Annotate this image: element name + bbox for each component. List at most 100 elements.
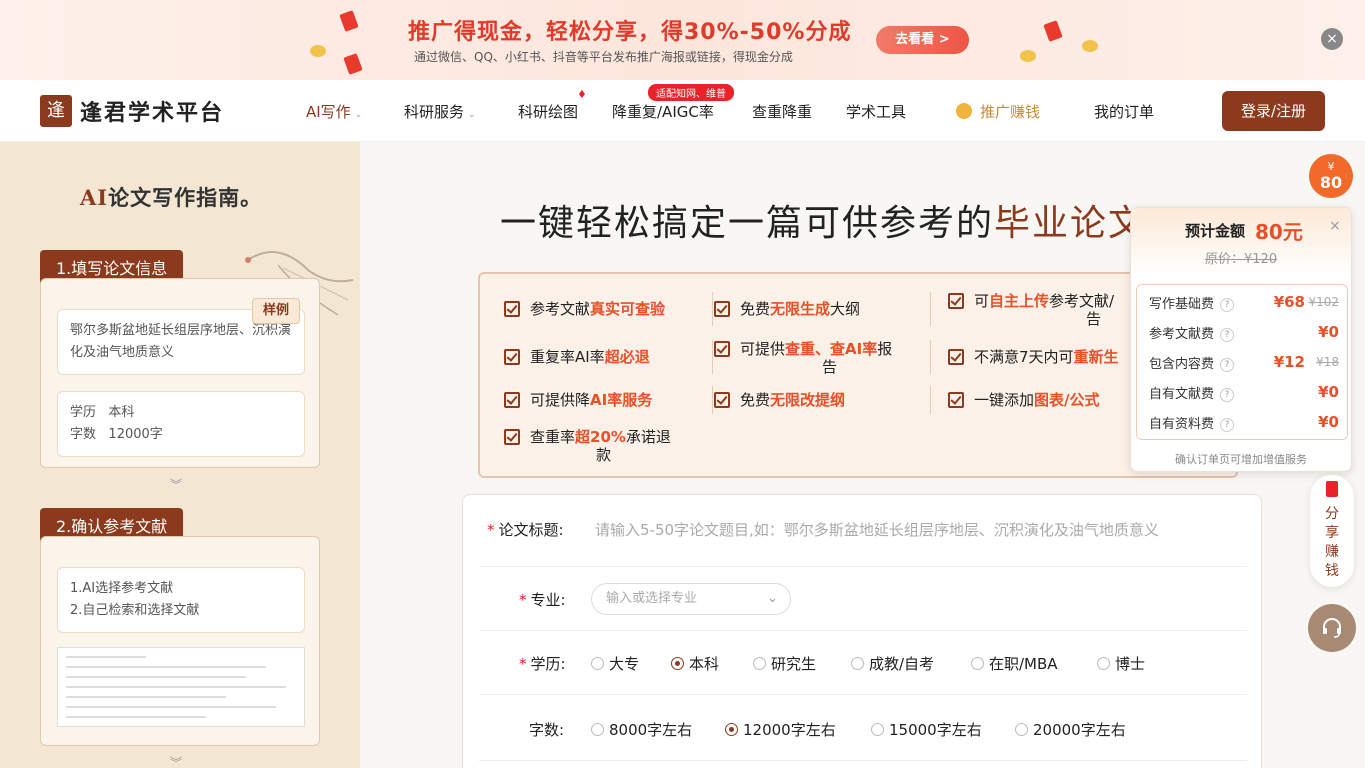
- checkbox-icon: [948, 349, 964, 365]
- red-envelope-icon: [1326, 481, 1338, 497]
- paper-info-form: * 论文标题: 请输入5-50字论文题目,如：鄂尔多斯盆地延长组层序地层、沉积演化…: [462, 494, 1262, 768]
- fire-icon: ♦: [577, 88, 587, 101]
- checkbox-icon: [714, 301, 730, 317]
- nav-item-ai-writing[interactable]: AI写作 ⌄: [306, 101, 362, 122]
- price-estimate-panel: 预计金额 80元 原价：¥120 × 写作基础费? ¥68 ¥102 参考文献费? ¥…: [1130, 207, 1352, 472]
- chevron-down-icon: ︾: [170, 478, 183, 492]
- degree-option[interactable]: 本科: [671, 653, 719, 674]
- screenshot-thumbnail: [57, 647, 305, 727]
- chevron-down-icon: ⌄: [468, 110, 476, 120]
- degree-row: * 学历: 大专 本科 研究生 成教/自考 在职/MBA 博士: [479, 631, 1247, 695]
- checkbox-icon: [504, 429, 520, 445]
- checkbox-icon: [504, 392, 520, 408]
- checkbox-icon: [948, 392, 964, 408]
- estimate-label: 预计金额: [1185, 222, 1246, 240]
- nav-item-plagiarism[interactable]: 查重降重: [752, 101, 812, 122]
- nav-item-promote[interactable]: 推广赚钱: [956, 101, 1040, 122]
- title-input[interactable]: 请输入5-50字论文题目,如：鄂尔多斯盆地延长组层序地层、沉积演化及油气地质意义: [595, 519, 1159, 540]
- price-row: 参考文献费? ¥0: [1149, 323, 1339, 342]
- word-count-row: 字数: 8000字左右 12000字左右 15000字左右 20000字左右: [479, 695, 1247, 761]
- nav-item-academic-tools[interactable]: 学术工具: [846, 101, 906, 122]
- checkbox-icon: [504, 349, 520, 365]
- feature-item: 可自主上传参考文献/告: [948, 290, 1114, 327]
- feature-item: 不满意7天内可重新生: [948, 346, 1119, 367]
- coin-icon: [1020, 50, 1036, 62]
- share-earn-button[interactable]: 分享赚钱: [1310, 475, 1354, 587]
- price-footer-note: 确认订单页可增加增值服务: [1175, 453, 1307, 466]
- banner-title: 推广得现金，轻松分享，得30%-50%分成: [408, 20, 852, 45]
- coin-icon: [956, 103, 972, 119]
- checkbox-icon: [504, 301, 520, 317]
- nav-item-research-service[interactable]: 科研服务 ⌄: [404, 101, 476, 122]
- degree-option[interactable]: 博士: [1097, 653, 1145, 674]
- reference-steps-box: 1.AI选择参考文献 2.自己检索和选择文献: [57, 567, 305, 633]
- example-title: 鄂尔多斯盆地延长组层序地层、沉积演化及油气地质意义: [70, 323, 292, 360]
- word-count-option[interactable]: 15000字左右: [871, 719, 982, 740]
- writing-guide-sidebar: AI论文写作指南。 1.填写论文信息 样例 鄂尔多斯盆地延长组层序地层、沉积演化…: [0, 142, 360, 768]
- help-icon[interactable]: ?: [1220, 328, 1235, 342]
- red-envelope-icon: [1043, 20, 1063, 42]
- close-icon[interactable]: ×: [1329, 218, 1341, 234]
- feature-item: 一键添加图表/公式: [948, 389, 1100, 410]
- features-panel: 参考文献真实可查验 免费无限生成大纲 可自主上传参考文献/告 重复率AI率超必退…: [478, 272, 1238, 478]
- word-count-option[interactable]: 8000字左右: [591, 719, 692, 740]
- degree-option[interactable]: 成教/自考: [851, 653, 934, 674]
- nav-item-my-orders[interactable]: 我的订单: [1094, 101, 1154, 122]
- nav-item-reduce-aigc[interactable]: 降重复/AIGC率: [612, 101, 714, 122]
- red-envelope-icon: [339, 10, 359, 32]
- word-count-option[interactable]: 20000字左右: [1015, 719, 1126, 740]
- checkbox-icon: [714, 392, 730, 408]
- degree-option[interactable]: 大专: [591, 653, 639, 674]
- logo-mark-icon: 逢: [40, 95, 72, 127]
- coin-icon: [1082, 40, 1098, 52]
- feature-item: 重复率AI率超必退: [504, 346, 650, 367]
- red-envelope-icon: [343, 53, 363, 75]
- example-title-box: 样例 鄂尔多斯盆地延长组层序地层、沉积演化及油气地质意义: [57, 298, 305, 375]
- major-select[interactable]: 输入或选择专业 ⌄: [591, 583, 791, 615]
- example-meta-box: 学历 本科 字数 12000字: [57, 391, 305, 457]
- step1-card: 样例 鄂尔多斯盆地延长组层序地层、沉积演化及油气地质意义 学历 本科 字数 12…: [40, 278, 320, 468]
- price-badge[interactable]: ¥80: [1309, 154, 1353, 198]
- help-icon[interactable]: ?: [1220, 298, 1235, 312]
- feature-item: 可提供查重、查AI率报告: [714, 338, 892, 375]
- promo-banner: 推广得现金，轻松分享，得30%-50%分成 通过微信、QQ、小红书、抖音等平台发…: [0, 0, 1365, 80]
- price-breakdown: 写作基础费? ¥68 ¥102 参考文献费? ¥0 包含内容费? ¥12 ¥18 自有文献…: [1136, 284, 1348, 440]
- checkbox-icon: [948, 293, 964, 309]
- headset-icon: [1323, 618, 1341, 638]
- banner-close-icon[interactable]: ×: [1321, 28, 1343, 50]
- step2-card: 1.AI选择参考文献 2.自己检索和选择文献: [40, 536, 320, 746]
- checkbox-icon: [714, 341, 730, 357]
- help-icon[interactable]: ?: [1220, 358, 1235, 372]
- feature-item: 可提供降AI率服务: [504, 389, 652, 410]
- nav-tag-badge: 适配知网、维普: [648, 84, 734, 101]
- estimate-amount: 80元: [1255, 220, 1303, 244]
- feature-item: 参考文献真实可查验: [504, 298, 665, 319]
- guide-title: AI论文写作指南。: [80, 185, 263, 210]
- price-row: 自有文献费? ¥0: [1149, 383, 1339, 402]
- price-row: 包含内容费? ¥12 ¥18: [1149, 353, 1339, 372]
- degree-option[interactable]: 在职/MBA: [971, 653, 1058, 674]
- customer-support-button[interactable]: [1308, 604, 1356, 652]
- top-navigation: 逢 逢君学术平台 AI写作 ⌄ 科研服务 ⌄ ♦ 科研绘图 适配知网、维普 降重复/…: [0, 80, 1365, 142]
- degree-option[interactable]: 研究生: [753, 653, 816, 674]
- price-row: 自有资料费? ¥0: [1149, 413, 1339, 432]
- chevron-down-icon: ⌄: [354, 110, 363, 120]
- word-count-option[interactable]: 12000字左右: [725, 719, 836, 740]
- help-icon[interactable]: ?: [1220, 388, 1235, 402]
- coin-icon: [310, 45, 326, 57]
- original-price: 原价：¥120: [1205, 252, 1278, 267]
- hero-heading: 一键轻松搞定一篇可供参考的毕业论文: [500, 203, 1147, 244]
- banner-subtitle: 通过微信、QQ、小红书、抖音等平台发布推广海报或链接，得现金分成: [414, 50, 793, 64]
- sample-badge: 样例: [251, 298, 300, 324]
- title-row: * 论文标题: 请输入5-50字论文题目,如：鄂尔多斯盆地延长组层序地层、沉积演化…: [479, 495, 1247, 567]
- login-register-button[interactable]: 登录/注册: [1222, 91, 1325, 131]
- chevron-down-icon: ︾: [170, 756, 183, 768]
- help-icon[interactable]: ?: [1220, 418, 1235, 432]
- price-row: 写作基础费? ¥68 ¥102: [1149, 293, 1339, 312]
- logo[interactable]: 逢 逢君学术平台: [40, 95, 224, 127]
- feature-item: 查重率超20%承诺退款: [504, 426, 671, 463]
- feature-item: 免费无限改提纲: [714, 389, 845, 410]
- banner-cta-button[interactable]: 去看看 >: [876, 26, 969, 54]
- chevron-down-icon: ⌄: [767, 591, 778, 606]
- nav-item-research-drawing[interactable]: 科研绘图: [518, 101, 578, 122]
